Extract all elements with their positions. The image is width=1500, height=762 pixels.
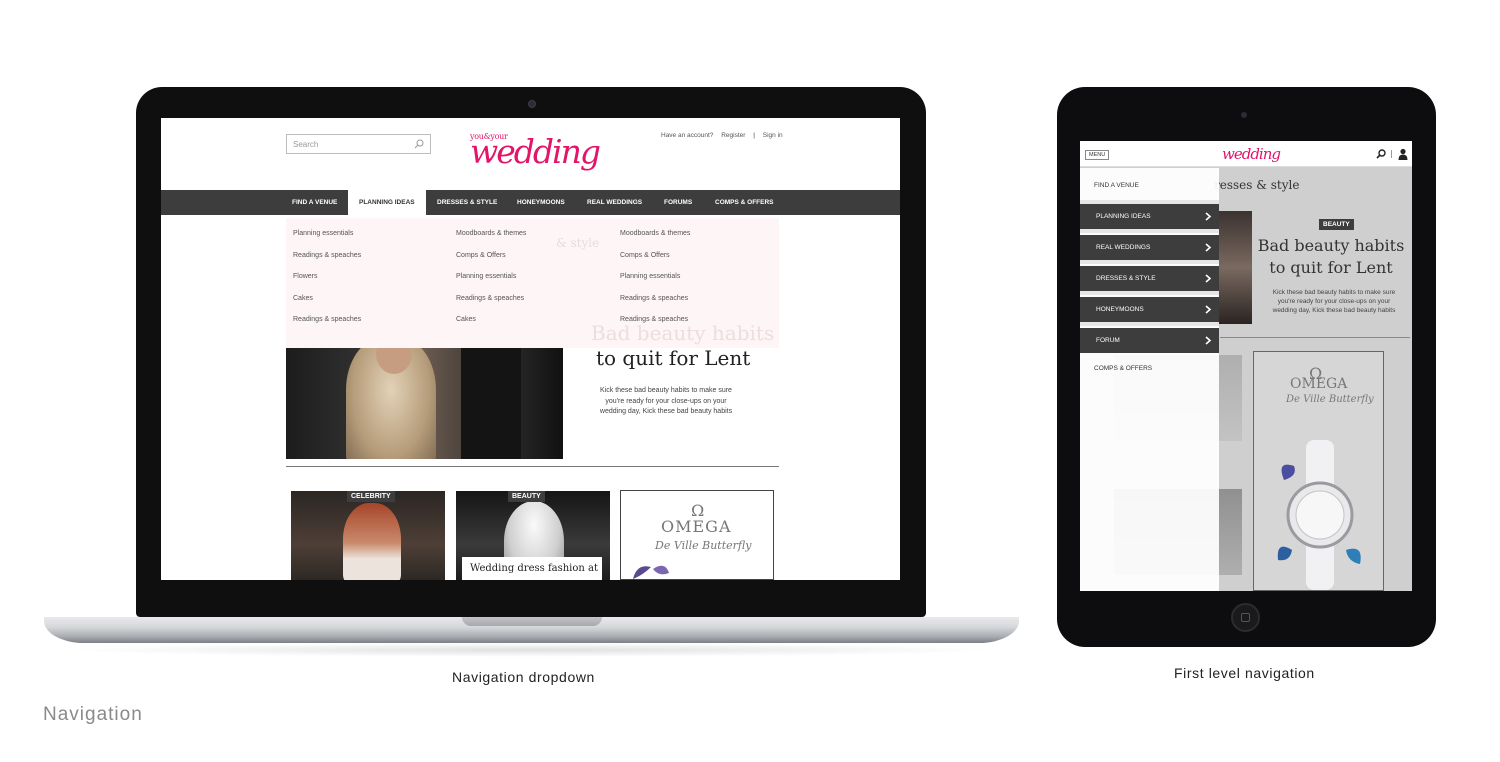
article-image[interactable] xyxy=(1218,211,1252,324)
dropdown-link[interactable]: Planning essentials xyxy=(456,273,526,295)
nav-dresses-style[interactable]: DRESSES & STYLE xyxy=(437,190,497,215)
drawer-item-honeymoons[interactable]: HONEYMOONS xyxy=(1080,297,1219,322)
nav-find-a-venue[interactable]: FIND A VENUE xyxy=(292,190,337,215)
dropdown-link[interactable]: Readings & speaches xyxy=(620,316,690,338)
dropdown-column-1: Planning essentials Readings & speaches … xyxy=(293,230,361,338)
drawer-item-label: HONEYMOONS xyxy=(1096,306,1144,313)
drawer-item-label: DRESSES & STYLE xyxy=(1096,275,1156,282)
chevron-right-icon xyxy=(1205,212,1212,221)
planning-ideas-dropdown: & style Bad beauty habits Planning essen… xyxy=(286,218,779,348)
beauty-card[interactable]: BEAUTY Wedding dress fashion at xyxy=(456,491,610,580)
watch-icon xyxy=(1277,440,1361,590)
site-logo[interactable]: you&your wedding xyxy=(470,128,601,176)
chevron-right-icon xyxy=(1205,336,1212,345)
main-navigation: FIND A VENUE PLANNING IDEAS DRESSES & ST… xyxy=(161,190,900,215)
divider xyxy=(1220,337,1410,338)
beauty-tag: BEAUTY xyxy=(1319,219,1354,230)
dropdown-link[interactable]: Readings & speaches xyxy=(620,295,690,317)
chevron-right-icon xyxy=(1205,305,1212,314)
hero-description: Kick these bad beauty habits to make sur… xyxy=(599,387,733,415)
search-icon[interactable] xyxy=(414,139,424,149)
navigation-drawer: FIND A VENUE PLANNING IDEAS REAL WEDDING… xyxy=(1080,168,1219,591)
sign-in-link[interactable]: Sign in xyxy=(763,132,783,139)
chevron-right-icon xyxy=(1205,243,1212,252)
dropdown-link[interactable]: Planning essentials xyxy=(620,273,690,295)
dropdown-column-3: Moodboards & themes Comps & Offers Plann… xyxy=(620,230,690,338)
nav-forums[interactable]: FORUMS xyxy=(664,190,692,215)
celebrity-tag: CELEBRITY xyxy=(347,491,395,502)
search-input[interactable]: Search xyxy=(286,134,431,154)
nav-planning-ideas[interactable]: PLANNING IDEAS xyxy=(348,190,426,215)
dropdown-link[interactable]: Comps & Offers xyxy=(620,252,690,274)
butterfly-icon xyxy=(633,565,669,579)
search-placeholder: Search xyxy=(293,140,319,149)
dropdown-link[interactable]: Readings & speaches xyxy=(293,316,361,338)
tablet-header: MENU wedding xyxy=(1080,141,1412,167)
header-separator xyxy=(1391,150,1392,158)
omega-ad[interactable]: Ω OMEGA De Ville Butterfly xyxy=(620,490,774,580)
omega-brand: OMEGA xyxy=(1290,376,1348,392)
drawer-item-real-weddings[interactable]: REAL WEDDINGS xyxy=(1080,235,1219,260)
hero-headline[interactable]: to quit for Lent xyxy=(596,346,750,370)
menu-button[interactable]: MENU xyxy=(1085,150,1110,160)
nav-real-weddings[interactable]: REAL WEDDINGS xyxy=(587,190,642,215)
have-account-text: Have an account? xyxy=(661,132,714,139)
dropdown-link[interactable]: Comps & Offers xyxy=(456,252,526,274)
nav-honeymoons[interactable]: HONEYMOONS xyxy=(517,190,565,215)
drawer-item-find-a-venue[interactable]: FIND A VENUE xyxy=(1094,182,1139,189)
omega-brand: OMEGA xyxy=(661,517,732,536)
tablet-logo[interactable]: wedding xyxy=(1222,145,1281,163)
article-headline[interactable]: Bad beauty habits to quit for Lent xyxy=(1256,235,1406,279)
laptop-caption: Navigation dropdown xyxy=(452,669,595,685)
article-description: Kick these bad beauty habits to make sur… xyxy=(1272,289,1396,314)
dropdown-link[interactable]: Moodboards & themes xyxy=(620,230,690,252)
user-icon[interactable] xyxy=(1398,148,1408,160)
drawer-item-label: PLANNING IDEAS xyxy=(1096,213,1151,220)
laptop-screen: Search you&your wedding Have an account?… xyxy=(161,118,900,580)
dropdown-link[interactable]: Readings & speaches xyxy=(456,295,526,317)
hero-image[interactable] xyxy=(286,348,563,459)
drawer-item-forum[interactable]: FORUM xyxy=(1080,328,1219,353)
omega-subtitle: De Ville Butterfly xyxy=(655,539,752,552)
account-separator: | xyxy=(753,132,755,139)
drawer-item-dresses-style[interactable]: DRESSES & STYLE xyxy=(1080,266,1219,291)
logo-wordmark: wedding xyxy=(470,132,601,171)
beauty-tag: BEAUTY xyxy=(508,491,545,502)
divider xyxy=(286,466,779,467)
drawer-item-comps-offers[interactable]: COMPS & OFFERS xyxy=(1094,365,1152,372)
dropdown-link[interactable]: Moodboards & themes xyxy=(456,230,526,252)
dropdown-link[interactable]: Flowers xyxy=(293,273,361,295)
dropdown-link[interactable]: Planning essentials xyxy=(293,230,361,252)
section-heading: Navigation xyxy=(43,704,143,725)
dropdown-link[interactable]: Cakes xyxy=(293,295,361,317)
tablet-camera xyxy=(1241,112,1247,118)
home-button[interactable] xyxy=(1231,603,1260,632)
celebrity-card[interactable]: CELEBRITY xyxy=(291,491,445,580)
omega-subtitle: De Ville Butterfly xyxy=(1286,394,1374,405)
laptop-shadow xyxy=(60,643,1005,657)
nav-comps-offers[interactable]: COMPS & OFFERS xyxy=(715,190,774,215)
laptop-notch xyxy=(462,617,602,626)
section-title: resses & style xyxy=(1214,178,1300,192)
chevron-right-icon xyxy=(1205,274,1212,283)
card-caption: Wedding dress fashion at xyxy=(462,557,602,580)
dropdown-column-2: Moodboards & themes Comps & Offers Plann… xyxy=(456,230,526,338)
tablet-screen: MENU wedding resses & style BEAUTY Bad b… xyxy=(1080,141,1412,591)
dropdown-link[interactable]: Readings & speaches xyxy=(293,252,361,274)
dropdown-link[interactable]: Cakes xyxy=(456,316,526,338)
tablet-caption: First level navigation xyxy=(1174,665,1315,681)
drawer-item-label: FORUM xyxy=(1096,337,1120,344)
drawer-item-planning-ideas[interactable]: PLANNING IDEAS xyxy=(1080,204,1219,229)
drawer-item-label: REAL WEDDINGS xyxy=(1096,244,1151,251)
ghost-section-title: & style xyxy=(556,236,600,250)
laptop-camera xyxy=(528,100,536,108)
search-icon[interactable] xyxy=(1376,149,1386,159)
register-link[interactable]: Register xyxy=(721,132,745,139)
omega-ad[interactable]: Ω OMEGA De Ville Butterfly xyxy=(1253,351,1384,591)
account-links: Have an account? Register | Sign in xyxy=(661,132,789,139)
